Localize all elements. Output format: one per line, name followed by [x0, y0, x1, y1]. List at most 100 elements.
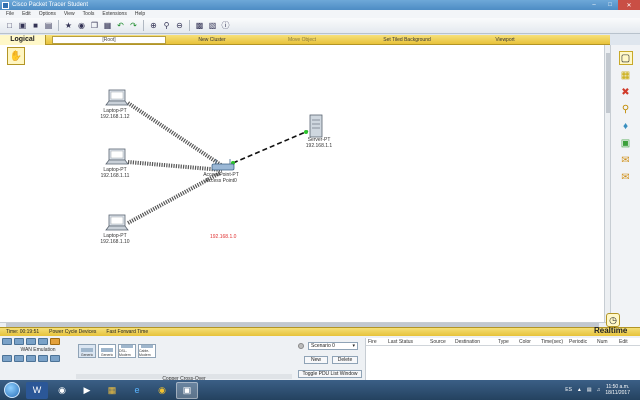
draw-shape-tool-icon[interactable]: ♦ — [619, 119, 633, 133]
info-icon[interactable]: ⓘ — [220, 20, 231, 31]
toggle-pdu-list-button[interactable]: Toggle PDU List Window — [298, 370, 362, 378]
device-tile[interactable]: Generic — [78, 344, 96, 358]
wizard-icon[interactable]: ★ — [63, 20, 74, 31]
copy-icon[interactable]: ❐ — [89, 20, 100, 31]
internet-explorer-icon[interactable]: e — [126, 382, 148, 399]
device-tile[interactable]: DSL-Modem — [118, 344, 136, 358]
palette-icon[interactable]: ▩ — [194, 20, 205, 31]
menu-tools[interactable]: Tools — [83, 11, 95, 17]
wan-emulation-category-icon[interactable] — [26, 355, 36, 362]
new-icon[interactable]: □ — [4, 20, 15, 31]
access-point-icon — [211, 159, 235, 171]
chevron-down-icon: ▾ — [352, 343, 355, 349]
common-tools-bar: ▢ ▦ ✖ ⚲ ♦ ▣ ✉ ✉ — [610, 45, 640, 327]
language-indicator[interactable]: ES — [565, 387, 572, 393]
minimize-button[interactable]: – — [586, 0, 602, 10]
start-button[interactable] — [4, 382, 20, 398]
realtime-clock-icon[interactable]: ◷ — [606, 313, 620, 327]
menu-view[interactable]: View — [64, 11, 75, 17]
window-title: Cisco Packet Tracer Student — [12, 2, 89, 8]
system-clock[interactable]: 11:50 a.m. 18/11/2017 — [605, 384, 630, 396]
zoom-in-icon[interactable]: ⊕ — [148, 20, 159, 31]
simple-pdu-icon[interactable]: ✉ — [619, 153, 633, 167]
workspace-nav-bar: Logical [Root] New Cluster Move Object S… — [0, 34, 610, 45]
power-cycle-devices-button[interactable]: Power Cycle Devices — [49, 329, 96, 335]
device-tile[interactable]: Cable-Modem — [138, 344, 156, 358]
logical-workspace[interactable]: ✋ Laptop-PT 192.168.1.12 Laptop-PT 192.1… — [0, 45, 604, 322]
tray-arrow-icon[interactable]: ▲ — [577, 387, 582, 393]
switch-category-icon[interactable] — [14, 338, 24, 345]
menu-edit[interactable]: Edit — [22, 11, 31, 17]
select-tool-icon[interactable]: ▢ — [618, 51, 633, 65]
network-note[interactable]: 192.168.1.0 — [210, 234, 236, 240]
menu-options[interactable]: Options — [39, 11, 56, 17]
delete-tool-icon[interactable]: ✖ — [619, 85, 633, 99]
security-category-icon[interactable] — [14, 355, 24, 362]
col-time: Time(sec) — [541, 338, 564, 345]
print-icon[interactable]: ▤ — [43, 20, 54, 31]
paste-icon[interactable]: ▦ — [102, 20, 113, 31]
browser-icon[interactable]: ◉ — [51, 382, 73, 399]
network-icon[interactable]: ◉ — [76, 20, 87, 31]
zoom-out-icon[interactable]: ⊖ — [174, 20, 185, 31]
inspect-tool-icon[interactable]: ⚲ — [619, 102, 633, 116]
device-tile-label: Generic — [100, 353, 114, 357]
hub-category-icon[interactable] — [26, 338, 36, 345]
wireless-category-icon[interactable] — [38, 338, 48, 345]
simulation-status-bar: Time: 00:19:51 Power Cycle Devices Fast … — [0, 327, 640, 336]
connections-category-icon[interactable] — [50, 338, 60, 345]
custom-device-icon[interactable]: ▧ — [207, 20, 218, 31]
end-devices-category-icon[interactable] — [2, 355, 12, 362]
menu-file[interactable]: File — [6, 11, 14, 17]
topology-canvas — [105, 89, 323, 231]
root-breadcrumb[interactable]: [Root] — [52, 35, 166, 44]
note-tool-icon[interactable]: ▦ — [619, 68, 633, 82]
new-scenario-button[interactable]: New — [304, 356, 328, 364]
redo-icon[interactable]: ↷ — [128, 20, 139, 31]
save-icon[interactable]: ■ — [30, 20, 41, 31]
new-cluster-button[interactable]: New Cluster — [172, 37, 252, 43]
menu-help[interactable]: Help — [135, 11, 145, 17]
zoom-icon[interactable]: ⚲ — [161, 20, 172, 31]
word-icon[interactable]: W — [26, 381, 48, 399]
title-bar: Cisco Packet Tracer Student – □ ✕ — [0, 0, 640, 10]
undo-icon[interactable]: ↶ — [115, 20, 126, 31]
device-panel: WAN Emulation Generic Generic DSL-Modem … — [0, 336, 640, 382]
realtime-mode-label[interactable]: Realtime — [594, 326, 627, 335]
server-ip: 192.168.1.1 — [305, 143, 333, 149]
laptop-icon — [105, 214, 129, 231]
close-button[interactable]: ✕ — [618, 0, 640, 10]
col-periodic: Periodic — [569, 338, 588, 345]
volume-icon[interactable]: ♫ — [597, 387, 601, 393]
multiuser-category-icon[interactable] — [50, 355, 60, 362]
laptop-3-label: Laptop-PT 192.168.1.10 — [80, 233, 150, 245]
resize-shape-tool-icon[interactable]: ▣ — [619, 136, 633, 150]
device-tile-label: Generic — [80, 353, 94, 357]
delete-scenario-button[interactable]: Delete — [332, 356, 358, 364]
device-tile-label: DSL-Modem — [119, 349, 131, 357]
complex-pdu-icon[interactable]: ✉ — [619, 170, 633, 184]
set-tiled-background-button[interactable]: Set Tiled Background — [352, 37, 462, 43]
device-tile[interactable]: Generic — [98, 344, 116, 358]
explorer-folder-icon[interactable]: ▦ — [101, 382, 123, 399]
server-icon — [309, 114, 323, 138]
viewport-button[interactable]: Viewport — [462, 37, 548, 43]
open-icon[interactable]: ▣ — [17, 20, 28, 31]
media-player-icon[interactable]: ▶ — [76, 382, 98, 399]
category-row — [2, 355, 74, 362]
packet-tracer-task-icon[interactable]: ▣ — [176, 381, 198, 399]
chrome-icon[interactable]: ◉ — [151, 382, 173, 399]
col-edit: Edit — [619, 338, 628, 345]
router-category-icon[interactable] — [2, 338, 12, 345]
custom-devices-category-icon[interactable] — [38, 355, 48, 362]
modem-icon — [121, 345, 133, 348]
menu-extensions[interactable]: Extensions — [102, 11, 126, 17]
network-tray-icon[interactable]: ▤ — [587, 387, 592, 393]
pdu-table-header: Fire Last Status Source Destination Type… — [366, 338, 640, 346]
maximize-button[interactable]: □ — [602, 0, 618, 10]
col-destination: Destination — [455, 338, 481, 345]
clock-date: 18/11/2017 — [605, 390, 630, 396]
logical-tab[interactable]: Logical — [0, 34, 46, 45]
scenario-select[interactable]: Scenario 0 ▾ — [308, 342, 358, 350]
fast-forward-time-button[interactable]: Fast Forward Time — [106, 329, 148, 335]
